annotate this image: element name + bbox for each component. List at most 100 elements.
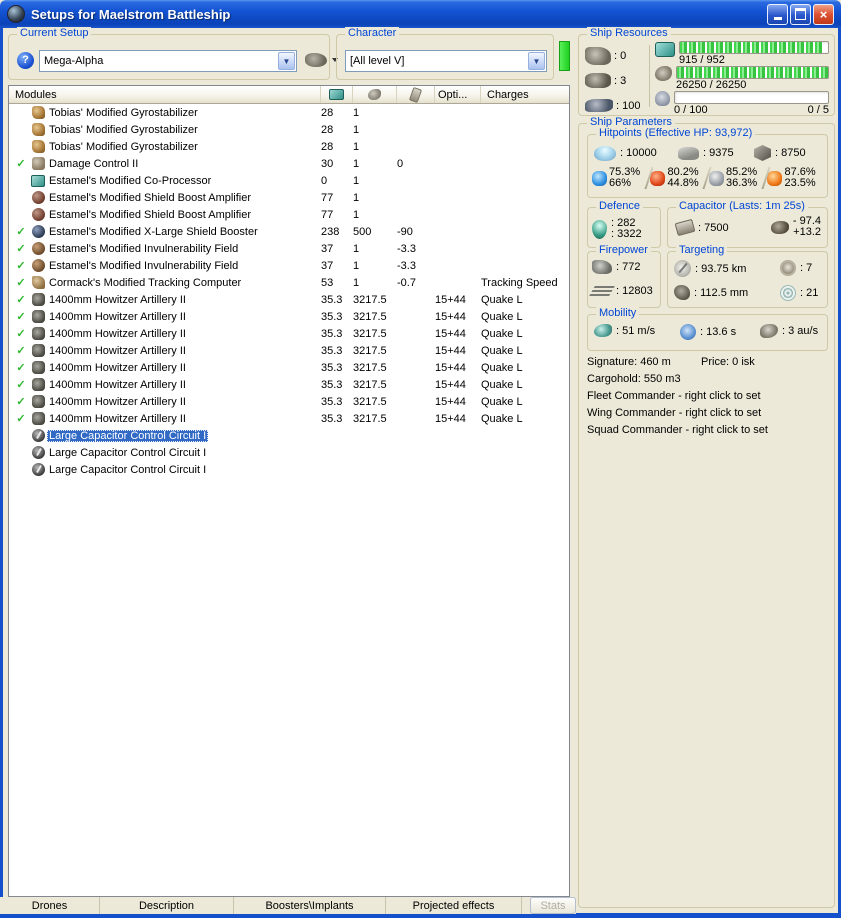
module-row[interactable]: ✓ 1400mm Howitzer Artillery II 35.3 3217.5 1… <box>9 308 569 325</box>
volley-value: : 12803 <box>616 285 653 297</box>
character-group: Character [All level V] <box>336 27 554 80</box>
squad-commander-text[interactable]: Squad Commander - right click to set <box>587 422 827 439</box>
sensor-strength-icon <box>780 285 796 301</box>
module-opti-value: 15+44 <box>435 361 466 374</box>
module-cpu-value: 35.3 <box>321 361 343 374</box>
kinetic-resist: 85.2% 36.3% <box>708 167 764 189</box>
capacitor-icon <box>408 86 423 103</box>
module-pg-value: 3217.5 <box>353 327 387 340</box>
module-type-icon <box>29 242 47 255</box>
module-row[interactable]: ✓ 1400mm Howitzer Artillery II 35.3 3217.5 1… <box>9 376 569 393</box>
module-type-icon <box>29 123 47 136</box>
column-cpu[interactable] <box>321 86 353 103</box>
minimize-button[interactable] <box>767 3 788 25</box>
column-capacitor[interactable] <box>397 86 435 103</box>
module-name: Large Capacitor Control Circuit I <box>49 463 207 476</box>
module-row[interactable]: Large Capacitor Control Circuit I <box>9 427 569 444</box>
module-row[interactable]: ✓ Estamel's Modified Invulnerability Fiel… <box>9 257 569 274</box>
targeting-group: Targeting : 93.75 km : 112.5 mm : 7 : 21 <box>667 244 828 308</box>
module-name: Estamel's Modified Invulnerability Field <box>49 259 239 272</box>
module-cpu-value: 30 <box>321 157 334 170</box>
tab-boosters-implants[interactable]: Boosters\Implants <box>234 897 386 914</box>
rig-icon <box>585 99 613 112</box>
ship-parameters-group: Ship Parameters Hitpoints (Effective HP:… <box>578 116 835 908</box>
artillery-icon <box>31 361 45 374</box>
module-charges-value: Quake L <box>481 293 523 306</box>
module-row[interactable]: ✓ Damage Control II 30 1 0 <box>9 155 569 172</box>
targeting-label: Targeting <box>676 244 728 256</box>
module-name: Large Capacitor Control Circuit I <box>47 429 209 442</box>
module-pg-value: 500 <box>353 225 372 238</box>
rig-count: : 100 <box>616 99 641 112</box>
module-pg-value: 1 <box>353 174 360 187</box>
module-row[interactable]: Estamel's Modified Co-Processor 0 1 <box>9 172 569 189</box>
drone-usage: 0 / 100 0 / 5 <box>655 91 829 116</box>
tab-drones[interactable]: Drones <box>0 897 100 914</box>
character-dropdown-value: [All level V] <box>350 55 405 67</box>
module-opti-value: 15+44 <box>435 310 466 323</box>
modules-table-header: Modules Opti... Charges <box>9 86 569 104</box>
module-row[interactable]: ✓ 1400mm Howitzer Artillery II 35.3 3217.5 1… <box>9 393 569 410</box>
chevron-down-icon[interactable] <box>278 52 295 70</box>
module-cpu-value: 77 <box>321 191 334 204</box>
column-optimal[interactable]: Opti... <box>435 86 481 103</box>
column-powergrid[interactable] <box>353 86 397 103</box>
module-opti-value: 15+44 <box>435 327 466 340</box>
character-label: Character <box>345 27 400 39</box>
gyrostabilizer-icon <box>31 140 45 153</box>
tab-description[interactable]: Description <box>100 897 234 914</box>
module-row[interactable]: Large Capacitor Control Circuit I <box>9 461 569 478</box>
module-row[interactable]: ✓ Estamel's Modified Invulnerability Fiel… <box>9 240 569 257</box>
stats-button[interactable]: Stats <box>530 897 576 914</box>
scan-resolution-icon <box>674 285 690 300</box>
defence-shield-icon <box>592 219 607 239</box>
module-name: 1400mm Howitzer Artillery II <box>49 293 186 306</box>
powergrid-usage: 26250 / 26250 <box>655 66 829 91</box>
artillery-icon <box>31 378 45 391</box>
shield-hp: : 10000 <box>594 145 678 161</box>
close-button[interactable]: × <box>813 3 834 25</box>
drone-usage-text: 0 / 100 <box>674 104 708 116</box>
column-modules[interactable]: Modules <box>9 86 321 103</box>
firepower-group: Firepower : 772 : 12803 <box>587 244 661 308</box>
module-row[interactable]: ✓ Estamel's Modified X-Large Shield Boost… <box>9 223 569 240</box>
module-cap-value: -3.3 <box>397 259 416 272</box>
drone-bandwidth-text: 0 / 5 <box>807 104 829 116</box>
module-cap-value: -3.3 <box>397 242 416 255</box>
launcher-count: : 3 <box>614 74 627 87</box>
module-charges-value: Tracking Speed <box>481 276 558 289</box>
module-type-icon <box>29 446 47 459</box>
module-check-icon: ✓ <box>16 158 26 170</box>
module-row[interactable]: Tobias' Modified Gyrostabilizer 28 1 <box>9 121 569 138</box>
module-row[interactable]: Estamel's Modified Shield Boost Amplifie… <box>9 189 569 206</box>
help-button[interactable]: ? <box>17 52 34 69</box>
module-row[interactable]: ✓ Cormack's Modified Tracking Computer 53 1… <box>9 274 569 291</box>
module-charges-value: Quake L <box>481 327 523 340</box>
module-row[interactable]: ✓ 1400mm Howitzer Artillery II 35.3 3217.5 1… <box>9 359 569 376</box>
maximize-button[interactable] <box>790 3 811 25</box>
module-row[interactable]: ✓ 1400mm Howitzer Artillery II 35.3 3217.5 1… <box>9 342 569 359</box>
shield-hp-value: : 10000 <box>620 147 657 159</box>
module-row[interactable]: Estamel's Modified Shield Boost Amplifie… <box>9 206 569 223</box>
module-cpu-value: 77 <box>321 208 334 221</box>
module-opti-value: 15+44 <box>435 293 466 306</box>
wing-commander-text[interactable]: Wing Commander - right click to set <box>587 405 827 422</box>
tab-projected-effects[interactable]: Projected effects <box>386 897 522 914</box>
capacitor-group: Capacitor (Lasts: 1m 25s) : 7500 - 97.4 … <box>667 200 828 248</box>
ship-menu-button[interactable] <box>305 53 338 67</box>
module-row[interactable]: ✓ 1400mm Howitzer Artillery II 35.3 3217.5 1… <box>9 291 569 308</box>
character-dropdown[interactable]: [All level V] <box>345 50 547 72</box>
module-row[interactable]: Large Capacitor Control Circuit I <box>9 444 569 461</box>
module-row[interactable]: ✓ 1400mm Howitzer Artillery II 35.3 3217.5 1… <box>9 410 569 427</box>
module-row[interactable]: Tobias' Modified Gyrostabilizer 28 1 <box>9 104 569 121</box>
module-type-icon <box>29 259 47 272</box>
module-row[interactable]: Tobias' Modified Gyrostabilizer 28 1 <box>9 138 569 155</box>
module-cpu-value: 37 <box>321 242 334 255</box>
column-charges[interactable]: Charges <box>481 86 569 103</box>
setup-dropdown[interactable]: Mega-Alpha <box>39 50 297 72</box>
module-row[interactable]: ✓ 1400mm Howitzer Artillery II 35.3 3217.5 1… <box>9 325 569 342</box>
fleet-commander-text[interactable]: Fleet Commander - right click to set <box>587 388 827 405</box>
module-charges-value: Quake L <box>481 412 523 425</box>
module-type-icon <box>29 208 47 221</box>
chevron-down-icon[interactable] <box>528 52 545 70</box>
